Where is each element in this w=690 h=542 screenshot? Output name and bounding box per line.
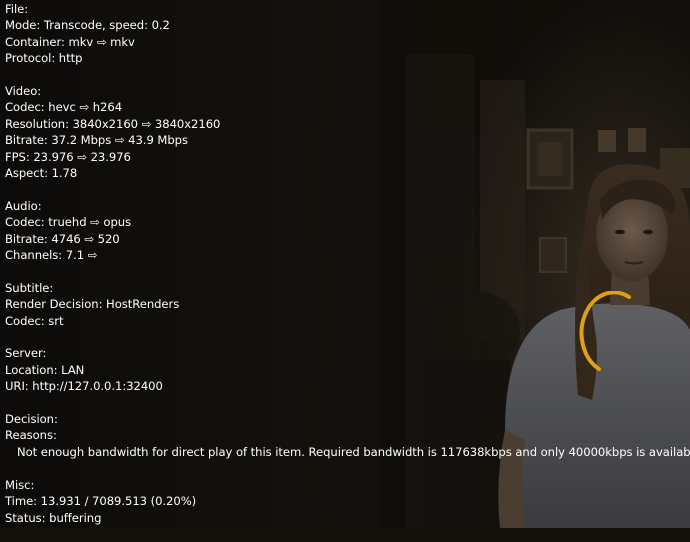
video-codec: Codec: hevc ⇨ h264 [5, 100, 123, 115]
decision-reason-text: Not enough bandwidth for direct play of … [17, 444, 690, 459]
server-location: Location: LAN [5, 362, 85, 377]
transcode-info-overlay: File: Mode: Transcode, speed: 0.2 Contai… [5, 1, 690, 542]
subtitle-codec: Codec: srt [5, 313, 64, 328]
audio-bitrate: Bitrate: 4746 ⇨ 520 [5, 231, 120, 246]
misc-status: Status: buffering [5, 510, 102, 525]
file-protocol: Protocol: http [5, 51, 83, 66]
server-uri: URI: http://127.0.0.1:32400 [5, 379, 163, 394]
decision-reasons-label: Reasons: [5, 428, 57, 443]
file-heading: File: [5, 2, 29, 16]
misc-section: Misc: Time: 13.931 / 7089.513 (0.20%) St… [5, 477, 686, 526]
file-mode: Mode: Transcode, speed: 0.2 [5, 18, 170, 33]
video-resolution: Resolution: 3840x2160 ⇨ 3840x2160 [5, 116, 221, 131]
file-container: Container: mkv ⇨ mkv [5, 34, 135, 49]
audio-channels: Channels: 7.1 ⇨ [5, 248, 98, 263]
decision-section: Decision: Reasons: Not enough bandwidth … [5, 411, 690, 460]
video-aspect: Aspect: 1.78 [5, 166, 78, 181]
decision-heading: Decision: [5, 412, 58, 427]
subtitle-render-decision: Render Decision: HostRenders [5, 297, 180, 312]
video-heading: Video: [5, 84, 42, 99]
video-fps: FPS: 23.976 ⇨ 23.976 [5, 149, 131, 164]
server-heading: Server: [5, 346, 47, 361]
misc-time: Time: 13.931 / 7089.513 (0.20%) [5, 494, 197, 509]
misc-heading: Misc: [5, 477, 35, 492]
server-section: Server: Location: LAN URI: http://127.0.… [5, 345, 686, 394]
audio-codec: Codec: truehd ⇨ opus [5, 215, 132, 230]
subtitle-section: Subtitle: Render Decision: HostRenders C… [5, 280, 686, 329]
video-section: Video: Codec: hevc ⇨ h264 Resolution: 38… [5, 83, 686, 181]
video-bitrate: Bitrate: 37.2 Mbps ⇨ 43.9 Mbps [5, 133, 188, 148]
file-section: File: Mode: Transcode, speed: 0.2 Contai… [5, 1, 686, 67]
subtitle-heading: Subtitle: [5, 280, 54, 295]
audio-section: Audio: Codec: truehd ⇨ opus Bitrate: 474… [5, 198, 686, 264]
audio-heading: Audio: [5, 198, 42, 213]
